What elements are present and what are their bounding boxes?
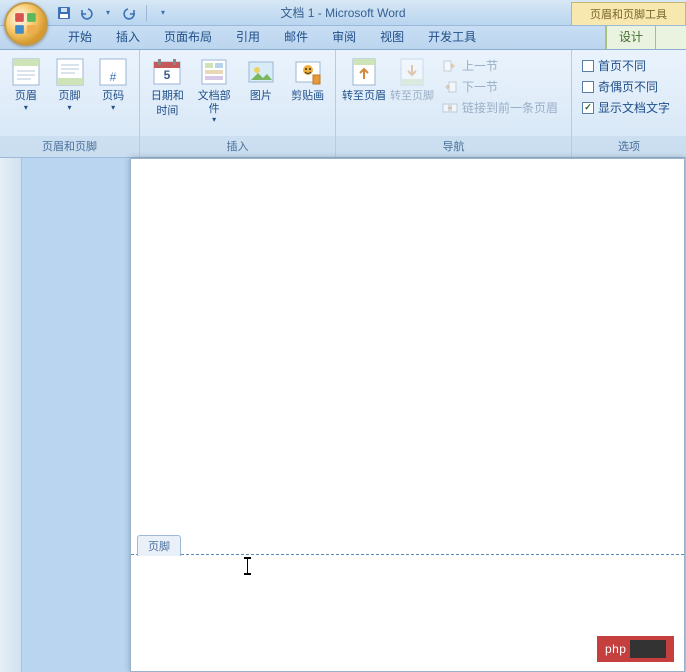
group-label-insert: 插入	[140, 136, 335, 157]
diff-oddeven-label: 奇偶页不同	[598, 78, 658, 95]
quick-parts-icon	[198, 56, 230, 88]
redo-icon[interactable]	[122, 5, 138, 21]
goto-footer-button: 转至页脚	[390, 54, 434, 103]
tab-mailings[interactable]: 邮件	[272, 24, 320, 49]
link-previous-button: 链接到前一条页眉	[440, 98, 560, 117]
link-previous-label: 链接到前一条页眉	[462, 99, 558, 116]
next-section-button: 下一节	[440, 77, 560, 96]
link-icon	[442, 100, 458, 116]
document-area: 页脚	[0, 158, 686, 672]
different-odd-even-checkbox[interactable]: 奇偶页不同	[580, 77, 672, 96]
watermark-suffix	[630, 640, 666, 658]
office-button[interactable]	[4, 2, 48, 46]
dropdown-arrow-icon: ▾	[6, 103, 46, 112]
dropdown-arrow-icon: ▾	[193, 115, 236, 124]
vertical-ruler[interactable]	[0, 158, 22, 672]
show-doc-label: 显示文档文字	[598, 99, 670, 116]
tab-review[interactable]: 审阅	[320, 24, 368, 49]
prev-section-label: 上一节	[462, 57, 498, 74]
datetime-label-1: 日期和	[146, 90, 189, 103]
svg-text:5: 5	[164, 68, 171, 82]
diff-first-label: 首页不同	[598, 57, 646, 74]
clipart-button[interactable]: 剪贴画	[286, 54, 329, 103]
footer-tab: 页脚	[137, 535, 181, 556]
header-label: 页眉	[6, 90, 46, 103]
footer-label: 页脚	[50, 90, 90, 103]
ribbon-tabs: 开始 插入 页面布局 引用 邮件 审阅 视图 开发工具 设计	[0, 26, 686, 50]
document-page[interactable]: 页脚	[130, 158, 685, 672]
group-navigation: 转至页眉 转至页脚 上一节 下一节 链接到前一条页眉	[336, 50, 572, 157]
svg-text:#: #	[110, 70, 117, 84]
checkbox-checked-icon: ✓	[582, 102, 594, 114]
footer-boundary: 页脚	[131, 554, 684, 555]
contextual-tab-area: 页眉和页脚工具	[571, 0, 686, 26]
goto-header-button[interactable]: 转至页眉	[342, 54, 386, 103]
group-header-footer: 页眉 ▾ 页脚 ▾ # 页码 ▾ 页眉和页脚	[0, 50, 140, 157]
text-cursor	[247, 559, 248, 573]
clipart-icon	[292, 56, 324, 88]
tab-home[interactable]: 开始	[56, 24, 104, 49]
ribbon: 页眉 ▾ 页脚 ▾ # 页码 ▾ 页眉和页脚 5 日期和 时间	[0, 50, 686, 158]
quick-parts-label: 文档部件	[193, 90, 236, 115]
goto-footer-label: 转至页脚	[390, 90, 434, 103]
qat-separator	[146, 5, 147, 21]
group-label-nav: 导航	[336, 136, 571, 157]
picture-icon	[245, 56, 277, 88]
checkbox-icon	[582, 60, 594, 72]
page-number-icon: #	[97, 56, 129, 88]
save-icon[interactable]	[56, 5, 72, 21]
clipart-label: 剪贴画	[286, 90, 329, 103]
quick-access-toolbar: ▾ ▾	[56, 5, 171, 21]
checkbox-icon	[582, 81, 594, 93]
next-section-icon	[442, 79, 458, 95]
datetime-label-2: 时间	[146, 105, 189, 118]
tab-design[interactable]: 设计	[606, 23, 656, 49]
quick-parts-button[interactable]: 文档部件 ▾	[193, 54, 236, 124]
show-document-text-checkbox[interactable]: ✓ 显示文档文字	[580, 98, 672, 117]
footer-button[interactable]: 页脚 ▾	[50, 54, 90, 112]
page-number-label: 页码	[93, 90, 133, 103]
group-options: 首页不同 奇偶页不同 ✓ 显示文档文字 选项	[572, 50, 686, 157]
header-icon	[10, 56, 42, 88]
group-insert: 5 日期和 时间 文档部件 ▾ 图片 剪贴画 插入	[140, 50, 336, 157]
watermark-brand: php	[605, 642, 627, 656]
contextual-tool-label: 页眉和页脚工具	[571, 2, 686, 25]
calendar-icon: 5	[151, 56, 183, 88]
prev-section-button: 上一节	[440, 56, 560, 75]
footer-icon	[54, 56, 86, 88]
title-bar: ▾ ▾ 文档 1 - Microsoft Word 页眉和页脚工具	[0, 0, 686, 26]
tab-view[interactable]: 视图	[368, 24, 416, 49]
goto-header-icon	[348, 56, 380, 88]
dropdown-arrow-icon: ▾	[50, 103, 90, 112]
picture-label: 图片	[240, 90, 283, 103]
dropdown-arrow-icon: ▾	[93, 103, 133, 112]
next-section-label: 下一节	[462, 78, 498, 95]
goto-header-label: 转至页眉	[342, 90, 386, 103]
date-time-button[interactable]: 5 日期和 时间	[146, 54, 189, 117]
qat-more-icon[interactable]: ▾	[155, 5, 171, 21]
tab-insert[interactable]: 插入	[104, 24, 152, 49]
goto-footer-icon	[396, 56, 428, 88]
picture-button[interactable]: 图片	[240, 54, 283, 103]
qat-dropdown-icon[interactable]: ▾	[100, 5, 116, 21]
undo-icon[interactable]	[78, 5, 94, 21]
group-label-hf: 页眉和页脚	[0, 136, 139, 157]
tab-references[interactable]: 引用	[224, 24, 272, 49]
tab-layout[interactable]: 页面布局	[152, 24, 224, 49]
group-label-options: 选项	[572, 136, 686, 157]
header-button[interactable]: 页眉 ▾	[6, 54, 46, 112]
page-number-button[interactable]: # 页码 ▾	[93, 54, 133, 112]
tab-developer[interactable]: 开发工具	[416, 24, 488, 49]
prev-section-icon	[442, 58, 458, 74]
watermark: php	[597, 636, 674, 662]
different-first-page-checkbox[interactable]: 首页不同	[580, 56, 672, 75]
